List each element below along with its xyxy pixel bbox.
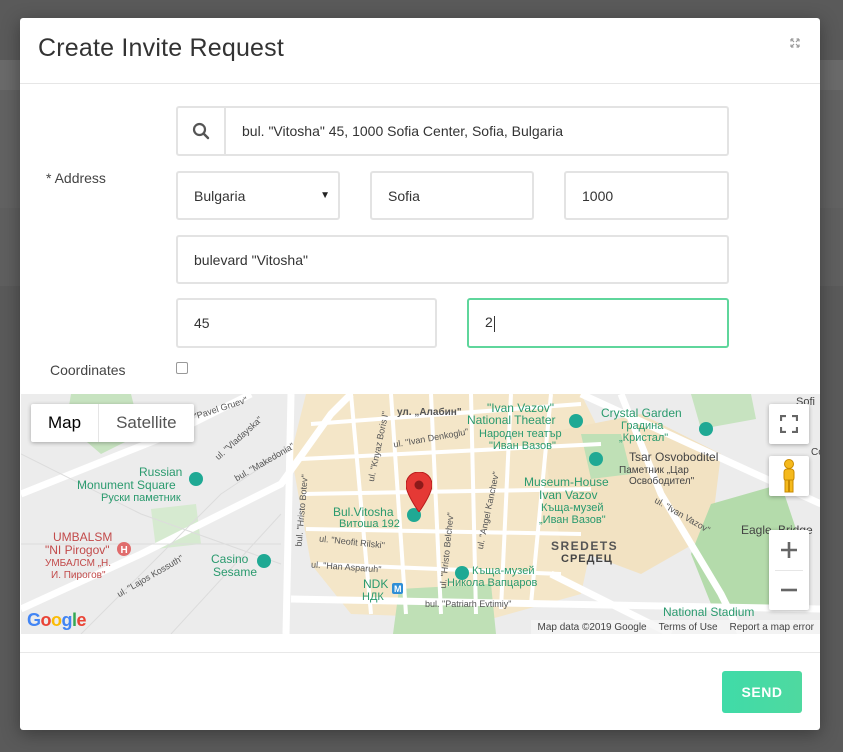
map-label: "NI Pirogov" [45,543,110,557]
map-label: Monument Square [77,478,176,492]
plus-icon [781,542,797,558]
park-poi-icon[interactable] [699,422,713,436]
map-label: „Кристал" [619,432,669,444]
zip-value: 1000 [582,187,614,204]
country-value: Bulgaria [194,187,246,204]
casino-poi-icon[interactable] [257,554,271,568]
theater-poi-icon[interactable] [569,414,583,428]
street-value: bulevard "Vitosha" [194,251,308,268]
map-label: Освободител" [629,476,695,487]
modal-title: Create Invite Request [38,34,284,62]
zip-input[interactable]: 1000 [564,171,729,220]
map-label: National Theater [467,413,556,427]
map-attribution: Map data ©2019 Google Terms of Use Repor… [531,620,820,634]
country-select[interactable]: Bulgaria ▼ [176,171,340,220]
entrance-input[interactable]: 2 [467,298,729,348]
hospital-poi-icon[interactable]: H [117,542,131,556]
city-value: Sofia [388,187,420,204]
fullscreen-button[interactable] [769,404,809,444]
map-label: Crystal Garden [601,406,682,420]
create-invite-modal: Create Invite Request * Address bul. "Vi… [20,18,820,730]
coordinates-checkbox[interactable] [176,362,188,374]
map-label: Tsar Osvoboditel [629,450,719,464]
location-pin-icon[interactable] [406,472,432,512]
search-icon[interactable] [178,108,226,154]
entrance-value: 2 [485,314,495,332]
map-type-control: Map Satellite [31,404,194,442]
map-label: Eagle [741,523,772,537]
terms-link[interactable]: Terms of Use [659,622,718,633]
map-label: И. Пирогов" [51,570,106,581]
map-label: Ivan Vazov [539,488,598,502]
svg-text:H: H [121,545,128,556]
map-label: NDK [363,577,389,591]
map-label: Витоша 192 [339,518,400,530]
fullscreen-icon [780,415,798,433]
city-input[interactable]: Sofia [370,171,534,220]
report-error-link[interactable]: Report a map error [730,622,814,633]
map-label: National Stadium [663,605,755,619]
map-label: Sesame [213,565,258,579]
search-value: bul. "Vitosha" 45, 1000 Sofia Center, So… [242,123,564,139]
map-label: „Иван Вазов" [539,514,606,526]
map-data-text[interactable]: Map data ©2019 Google [537,622,646,633]
map-label: Руски паметник [101,492,181,504]
map-label: НДК [362,591,384,603]
map-label: СРЕДЕЦ [561,553,613,565]
map-type-satellite[interactable]: Satellite [98,404,193,442]
zoom-in-button[interactable] [769,531,809,570]
number-value: 45 [194,315,210,331]
address-label: * Address [46,170,106,186]
map-label: Софий [811,447,820,458]
map-label: "Иван Вазов" [489,440,556,452]
map-view[interactable]: M "Ivan Vazov" National Theater Народен … [21,394,820,634]
street-view-button[interactable] [769,456,809,496]
street-label: ул. „Алабин" [397,407,462,418]
zoom-control [769,530,809,610]
monument-poi-icon[interactable] [589,452,603,466]
footer-divider [20,652,820,653]
address-search-input[interactable]: bul. "Vitosha" 45, 1000 Sofia Center, So… [176,106,729,156]
google-logo[interactable]: Google [27,610,87,631]
expand-arrows-icon[interactable] [788,38,802,52]
zoom-out-button[interactable] [769,571,809,610]
museum-poi-icon[interactable] [455,566,469,580]
caret-down-icon: ▼ [320,190,330,201]
map-label: SREDETS [551,539,619,553]
coordinates-label: Coordinates [50,362,126,378]
monument-poi-icon[interactable] [189,472,203,486]
street-input[interactable]: bulevard "Vitosha" [176,235,729,284]
svg-text:M: M [394,584,402,594]
street-number-input[interactable]: 45 [176,298,437,348]
pegman-icon [783,459,795,493]
send-button[interactable]: SEND [722,671,802,713]
street-label: bul. "Patriarh Evtimiy" [425,599,512,609]
modal-header: Create Invite Request [20,18,820,84]
map-type-map[interactable]: Map [31,404,98,442]
minus-icon [781,588,797,592]
